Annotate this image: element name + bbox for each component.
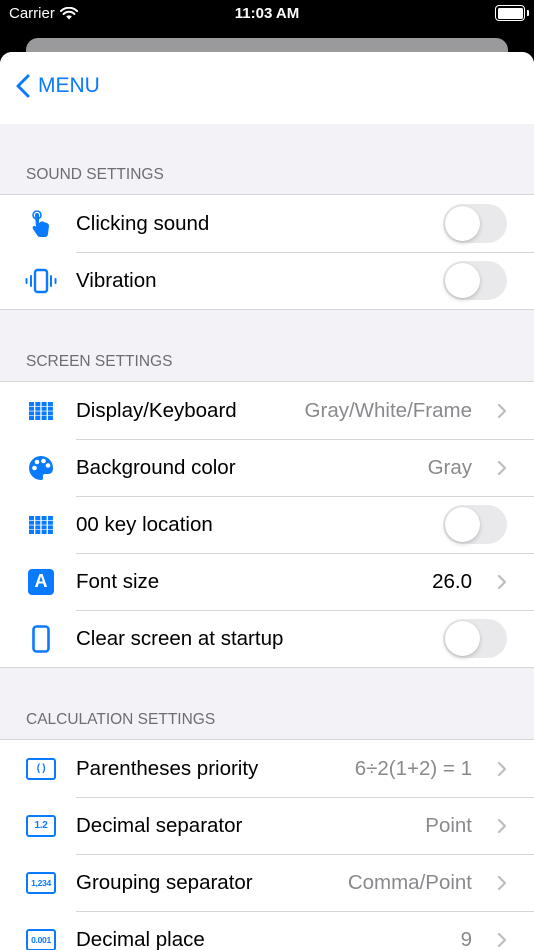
parentheses-icon: ( ) (26, 757, 56, 780)
decimal-place-icon: 0.001 (26, 928, 56, 950)
background-color-label: Background color (76, 455, 236, 479)
chevron-right-icon (497, 574, 507, 589)
key-00-location-toggle[interactable] (443, 505, 507, 544)
display-keyboard-label: Display/Keyboard (76, 398, 237, 422)
screen-settings-group: Display/Keyboard Gray/White/Frame Backgr… (0, 381, 534, 668)
status-bar: Carrier 11:03 AM (0, 0, 534, 30)
key-00-location-row: 00 key location (0, 496, 534, 553)
clear-screen-toggle[interactable] (443, 619, 507, 658)
decimal-separator-label: Decimal separator (76, 813, 243, 837)
decimal-separator-row[interactable]: 1.2 Decimal separator Point (0, 797, 534, 854)
grouping-separator-row[interactable]: 1,234 Grouping separator Comma/Point (0, 854, 534, 911)
font-size-icon: A (28, 568, 54, 595)
palette-icon (0, 439, 76, 496)
grouping-separator-label: Grouping separator (76, 870, 253, 894)
grouping-comma-icon: 1,234 (26, 871, 56, 894)
chevron-right-icon (497, 818, 507, 833)
phone-screen-icon (0, 610, 76, 667)
vibration-icon (0, 252, 76, 309)
parentheses-priority-value: 6÷2(1+2) = 1 (354, 756, 472, 780)
vibration-row: Vibration (0, 252, 534, 309)
section-header-sound: SOUND SETTINGS (0, 124, 534, 194)
battery-cap (527, 10, 529, 16)
decimal-place-label: Decimal place (76, 927, 205, 950)
grouping-separator-value: Comma/Point (347, 870, 472, 894)
chevron-right-icon (497, 875, 507, 890)
clear-screen-row: Clear screen at startup (0, 610, 534, 667)
font-size-value: 26.0 (432, 569, 472, 593)
section-title-sound: SOUND SETTINGS (26, 166, 164, 183)
back-button[interactable]: MENU (16, 74, 100, 98)
battery-icon (495, 5, 525, 21)
vibration-toggle[interactable] (443, 261, 507, 300)
chevron-right-icon (497, 761, 507, 776)
tap-hand-icon (0, 195, 76, 252)
background-color-value: Gray (427, 455, 472, 479)
status-time: 11:03 AM (234, 5, 300, 22)
parentheses-priority-row[interactable]: ( ) Parentheses priority 6÷2(1+2) = 1 (0, 740, 534, 797)
display-keyboard-value: Gray/White/Frame (304, 398, 472, 422)
decimal-place-value: 9 (460, 927, 472, 950)
calculation-settings-group: ( ) Parentheses priority 6÷2(1+2) = 1 1.… (0, 739, 534, 950)
vibration-label: Vibration (76, 268, 157, 292)
chevron-right-icon (497, 932, 507, 947)
decimal-point-icon: 1.2 (26, 814, 56, 837)
chevron-right-icon (497, 403, 507, 418)
clear-screen-label: Clear screen at startup (76, 626, 284, 650)
section-header-screen: SCREEN SETTINGS (0, 310, 534, 381)
settings-sheet: MENU SOUND SETTINGS Clicking sound Vibra… (0, 52, 534, 950)
keypad-grid-icon (0, 382, 76, 439)
section-title-calculation: CALCULATION SETTINGS (26, 711, 216, 728)
keypad-grid-icon (0, 496, 76, 553)
decimal-place-row[interactable]: 0.001 Decimal place 9 (0, 911, 534, 950)
parentheses-priority-label: Parentheses priority (76, 756, 259, 780)
back-button-label: MENU (38, 74, 100, 97)
clicking-sound-row: Clicking sound (0, 195, 534, 252)
chevron-left-icon (16, 74, 30, 98)
navigation-bar: MENU (0, 52, 534, 124)
key-00-location-label: 00 key location (76, 512, 213, 536)
background-color-row[interactable]: Background color Gray (0, 439, 534, 496)
font-size-label: Font size (76, 569, 160, 593)
sound-settings-group: Clicking sound Vibration (0, 194, 534, 310)
clicking-sound-label: Clicking sound (76, 211, 210, 235)
display-keyboard-row[interactable]: Display/Keyboard Gray/White/Frame (0, 382, 534, 439)
decimal-separator-value: Point (425, 813, 472, 837)
section-header-calculation: CALCULATION SETTINGS (0, 668, 534, 739)
section-title-screen: SCREEN SETTINGS (26, 353, 173, 370)
chevron-right-icon (497, 460, 507, 475)
clicking-sound-toggle[interactable] (443, 204, 507, 243)
font-size-row[interactable]: A Font size 26.0 (0, 553, 534, 610)
